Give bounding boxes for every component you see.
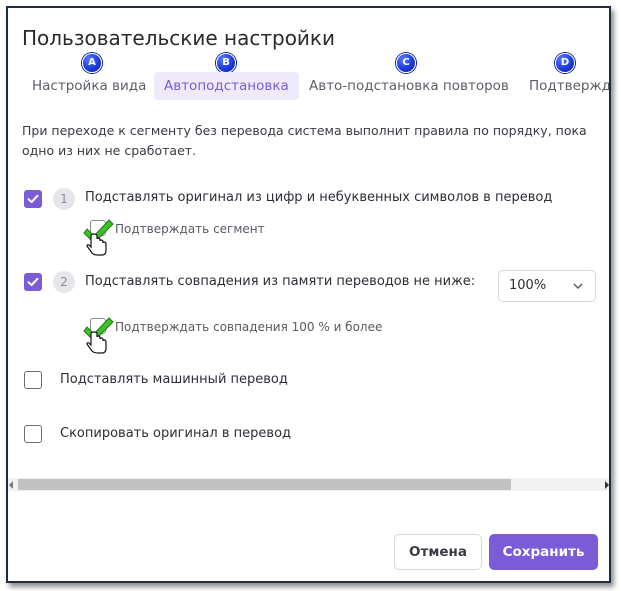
rule-1-confirm-label: Подтверждать сегмент	[115, 222, 265, 236]
rule-2-number: 2	[53, 271, 75, 293]
settings-dialog: Пользовательские настройки A B C D Настр…	[6, 6, 611, 583]
rule-2-label: Подставлять совпадения из памяти перевод…	[85, 274, 476, 289]
description-text: При переходе к сегменту без перевода сис…	[22, 123, 587, 158]
tab-auto-substitution-repeats[interactable]: Авто-подстановка повторов	[299, 72, 519, 100]
tab-view-settings[interactable]: Настройка вида	[22, 72, 156, 100]
green-check-hand-overlay-icon	[83, 219, 114, 256]
rule-1-checkbox[interactable]	[24, 190, 42, 208]
match-threshold-select[interactable]: 100%	[498, 270, 596, 302]
dialog-title: Пользовательские настройки	[22, 26, 336, 50]
rule-1-label: Подставлять оригинал из цифр и небуквенн…	[85, 190, 553, 205]
horizontal-scrollbar[interactable]	[8, 478, 609, 491]
rule-1-number: 1	[53, 188, 75, 210]
tab-badge-a: A	[82, 53, 102, 73]
machine-translation-checkbox[interactable]	[24, 371, 42, 389]
chevron-down-icon	[573, 283, 583, 289]
copy-source-label: Скопировать оригинал в перевод	[60, 426, 292, 441]
checkmark-icon	[27, 194, 39, 203]
tab-badge-c: C	[396, 53, 416, 73]
tab-bar: Настройка вида Автоподстановка Авто-подс…	[8, 72, 609, 102]
green-check-hand-overlay-icon	[83, 317, 114, 354]
tab-badge-b: B	[216, 53, 236, 73]
tab-auto-substitution[interactable]: Автоподстановка	[154, 72, 299, 100]
rule-2-checkbox[interactable]	[24, 273, 42, 291]
save-button[interactable]: Сохранить	[489, 534, 598, 570]
cancel-button[interactable]: Отмена	[394, 534, 482, 570]
match-threshold-value: 100%	[509, 278, 547, 293]
tab-confirmation[interactable]: Подтвержд	[519, 72, 609, 100]
copy-source-checkbox[interactable]	[24, 425, 42, 443]
scroll-right-arrow-icon[interactable]	[605, 481, 609, 489]
scrollbar-thumb[interactable]	[18, 479, 511, 490]
checkmark-icon	[27, 277, 39, 286]
scroll-left-arrow-icon[interactable]	[9, 481, 13, 489]
machine-translation-label: Подставлять машинный перевод	[60, 372, 288, 387]
tab-badge-d: D	[555, 53, 575, 73]
rule-2-confirm-label: Подтверждать совпадения 100 % и более	[115, 320, 383, 334]
